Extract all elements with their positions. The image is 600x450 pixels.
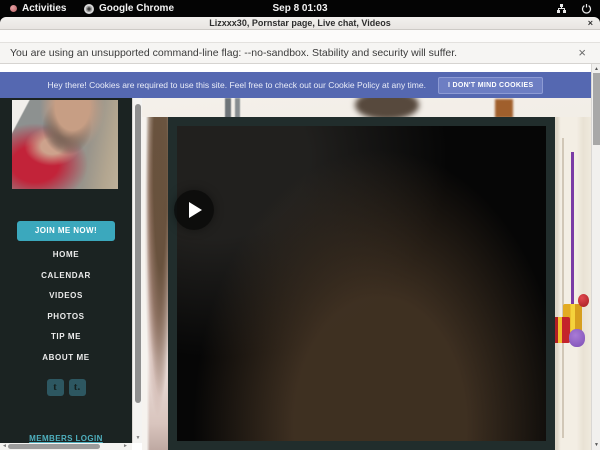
clock[interactable]: Sep 8 01:03 [0, 0, 600, 17]
network-icon [556, 3, 567, 14]
bedpost-shape [225, 98, 231, 118]
scroll-down-arrow-icon[interactable]: ▼ [133, 435, 143, 441]
power-icon [581, 3, 592, 14]
video-screen[interactable] [177, 126, 546, 441]
flag-warning-bar: You are using an unsupported command-lin… [0, 42, 600, 64]
sidebar-item-tip-me[interactable]: TIP ME [0, 330, 132, 344]
doorframe-shape [495, 99, 513, 118]
play-button[interactable] [174, 190, 214, 230]
window-close-button[interactable]: × [588, 17, 593, 29]
profile-sidebar: JOIN ME NOW! HOME CALENDAR VIDEOS PHOTOS… [0, 98, 132, 443]
scrollbar-thumb[interactable] [8, 444, 100, 449]
clock-label: Sep 8 01:03 [272, 3, 327, 14]
hanging-ribbon [571, 152, 574, 318]
browser-toolbar-area [0, 30, 600, 42]
desktop-screen: Activities Google Chrome Sep 8 01:03 Liz… [0, 0, 600, 450]
social-links-row: t t. [0, 379, 132, 396]
system-tray[interactable] [556, 0, 592, 17]
gift-box-purple [569, 329, 585, 347]
ornament-ball [578, 294, 589, 307]
play-icon [189, 202, 202, 218]
sidebar-item-calendar[interactable]: CALENDAR [0, 269, 132, 283]
twitter-icon[interactable]: t [47, 379, 64, 396]
scrollbar-thumb[interactable] [593, 73, 600, 145]
scrollbar-thumb[interactable] [135, 104, 141, 403]
sidebar-horizontal-scrollbar[interactable]: ◄ ► [0, 443, 132, 450]
bedpost-shape [235, 98, 240, 118]
window-titlebar[interactable]: Lizxxx30, Pornstar page, Live chat, Vide… [0, 17, 600, 30]
page-vertical-scrollbar[interactable]: ▲ ▼ [591, 64, 600, 450]
flag-warning-message: You are using an unsupported command-lin… [10, 43, 457, 63]
sidebar-item-home[interactable]: HOME [0, 248, 132, 262]
sidebar-item-videos[interactable]: VIDEOS [0, 289, 132, 303]
window-title: Lizxxx30, Pornstar page, Live chat, Vide… [0, 17, 600, 29]
scroll-down-arrow-icon[interactable]: ▼ [592, 442, 600, 448]
cookie-banner: Hey there! Cookies are required to use t… [0, 72, 591, 98]
profile-photo [12, 100, 118, 189]
join-me-now-button[interactable]: JOIN ME NOW! [17, 221, 115, 241]
scroll-up-arrow-icon[interactable]: ▲ [592, 66, 600, 72]
sidebar-item-photos[interactable]: PHOTOS [0, 310, 132, 324]
cookie-message: Hey there! Cookies are required to use t… [48, 80, 426, 90]
twitter-icon[interactable]: t. [69, 379, 86, 396]
door-edge-line [562, 138, 564, 438]
scroll-right-arrow-icon[interactable]: ► [123, 443, 128, 450]
flag-warning-close-button[interactable]: × [578, 43, 586, 63]
sidebar-vertical-scrollbar[interactable]: ▼ [132, 98, 142, 443]
bed-lace-strip [142, 117, 168, 450]
gnome-top-bar: Activities Google Chrome Sep 8 01:03 [0, 0, 600, 17]
sidebar-item-about-me[interactable]: ABOUT ME [0, 351, 132, 365]
video-player[interactable] [168, 117, 555, 450]
members-login-link[interactable]: MEMBERS LOGIN [29, 434, 103, 443]
scroll-left-arrow-icon[interactable]: ◄ [2, 443, 7, 450]
cookie-accept-button[interactable]: I DON'T MIND COOKIES [438, 77, 543, 94]
